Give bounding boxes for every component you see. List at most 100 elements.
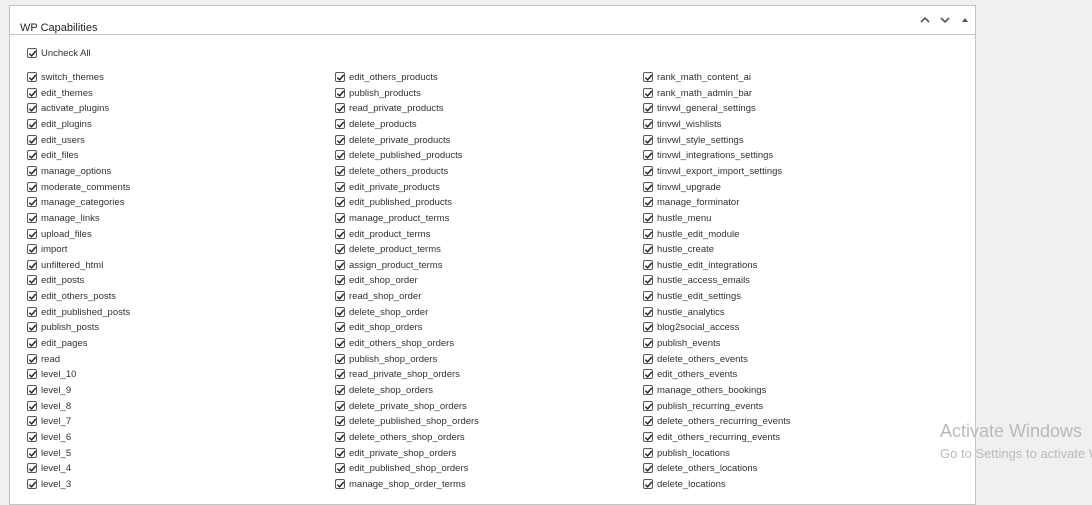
capability-checkbox-manage_others_bookings[interactable]: manage_others_bookings xyxy=(643,383,766,397)
checkbox[interactable] xyxy=(335,213,345,223)
capability-checkbox-read_shop_order[interactable]: read_shop_order xyxy=(335,289,421,303)
capability-checkbox-delete_others_recurring_events[interactable]: delete_others_recurring_events xyxy=(643,414,791,428)
capability-checkbox-manage_product_terms[interactable]: manage_product_terms xyxy=(335,211,449,225)
checkbox[interactable] xyxy=(335,103,345,113)
checkbox[interactable] xyxy=(27,72,37,82)
checkbox[interactable] xyxy=(643,338,653,348)
capability-checkbox-delete_others_locations[interactable]: delete_others_locations xyxy=(643,461,757,475)
checkbox[interactable] xyxy=(27,197,37,207)
checkbox[interactable] xyxy=(335,463,345,473)
checkbox[interactable] xyxy=(643,401,653,411)
capability-checkbox-edit_published_products[interactable]: edit_published_products xyxy=(335,195,452,209)
checkbox[interactable] xyxy=(335,354,345,364)
capability-checkbox-level_9[interactable]: level_9 xyxy=(27,383,71,397)
checkbox[interactable] xyxy=(643,135,653,145)
capability-checkbox-edit_published_shop_orders[interactable]: edit_published_shop_orders xyxy=(335,461,468,475)
checkbox[interactable] xyxy=(27,369,37,379)
checkbox[interactable] xyxy=(335,416,345,426)
checkbox[interactable] xyxy=(335,401,345,411)
capability-checkbox-edit_users[interactable]: edit_users xyxy=(27,133,85,147)
checkbox[interactable] xyxy=(335,135,345,145)
capability-checkbox-publish_products[interactable]: publish_products xyxy=(335,86,421,100)
capability-checkbox-hustle_edit_integrations[interactable]: hustle_edit_integrations xyxy=(643,258,757,272)
checkbox[interactable] xyxy=(27,135,37,145)
capability-checkbox-import[interactable]: import xyxy=(27,242,67,256)
capability-checkbox-edit_others_posts[interactable]: edit_others_posts xyxy=(27,289,116,303)
capability-checkbox-level_8[interactable]: level_8 xyxy=(27,399,71,413)
capability-checkbox-delete_others_products[interactable]: delete_others_products xyxy=(335,164,448,178)
checkbox[interactable] xyxy=(27,338,37,348)
checkbox[interactable] xyxy=(643,260,653,270)
capability-checkbox-manage_forminator[interactable]: manage_forminator xyxy=(643,195,739,209)
checkbox[interactable] xyxy=(335,448,345,458)
checkbox[interactable] xyxy=(335,260,345,270)
checkbox[interactable] xyxy=(335,322,345,332)
toggle-panel-button[interactable] xyxy=(955,6,975,34)
checkbox[interactable] xyxy=(27,416,37,426)
capability-checkbox-hustle_edit_settings[interactable]: hustle_edit_settings xyxy=(643,289,741,303)
checkbox[interactable] xyxy=(643,103,653,113)
capability-checkbox-read_private_shop_orders[interactable]: read_private_shop_orders xyxy=(335,367,460,381)
checkbox[interactable] xyxy=(643,182,653,192)
checkbox[interactable] xyxy=(27,244,37,254)
capability-checkbox-rank_math_admin_bar[interactable]: rank_math_admin_bar xyxy=(643,86,752,100)
checkbox[interactable] xyxy=(335,369,345,379)
checkbox[interactable] xyxy=(643,463,653,473)
checkbox[interactable] xyxy=(643,385,653,395)
checkbox[interactable] xyxy=(643,275,653,285)
capability-checkbox-tinvwl_style_settings[interactable]: tinvwl_style_settings xyxy=(643,133,744,147)
capability-checkbox-publish_posts[interactable]: publish_posts xyxy=(27,320,99,334)
capability-checkbox-manage_options[interactable]: manage_options xyxy=(27,164,111,178)
checkbox[interactable] xyxy=(643,244,653,254)
capability-checkbox-edit_plugins[interactable]: edit_plugins xyxy=(27,117,92,131)
checkbox[interactable] xyxy=(27,119,37,129)
checkbox[interactable] xyxy=(643,369,653,379)
checkbox[interactable] xyxy=(335,119,345,129)
capability-checkbox-delete_locations[interactable]: delete_locations xyxy=(643,477,726,491)
checkbox[interactable] xyxy=(643,479,653,489)
capability-checkbox-tinvwl_upgrade[interactable]: tinvwl_upgrade xyxy=(643,180,721,194)
capability-checkbox-edit_published_posts[interactable]: edit_published_posts xyxy=(27,305,130,319)
move-up-button[interactable] xyxy=(915,6,935,34)
checkbox[interactable] xyxy=(643,291,653,301)
capability-checkbox-hustle_access_emails[interactable]: hustle_access_emails xyxy=(643,273,750,287)
capability-checkbox-delete_published_shop_orders[interactable]: delete_published_shop_orders xyxy=(335,414,479,428)
checkbox[interactable] xyxy=(27,150,37,160)
checkbox[interactable] xyxy=(27,260,37,270)
capability-checkbox-upload_files[interactable]: upload_files xyxy=(27,227,92,241)
checkbox[interactable] xyxy=(335,229,345,239)
checkbox[interactable] xyxy=(27,385,37,395)
capability-checkbox-manage_links[interactable]: manage_links xyxy=(27,211,100,225)
capability-checkbox-switch_themes[interactable]: switch_themes xyxy=(27,70,104,84)
capability-checkbox-delete_private_products[interactable]: delete_private_products xyxy=(335,133,450,147)
capability-checkbox-level_6[interactable]: level_6 xyxy=(27,430,71,444)
capability-checkbox-edit_others_recurring_events[interactable]: edit_others_recurring_events xyxy=(643,430,780,444)
checkbox[interactable] xyxy=(335,244,345,254)
capability-checkbox-read_private_products[interactable]: read_private_products xyxy=(335,101,444,115)
checkbox[interactable] xyxy=(335,291,345,301)
capability-checkbox-edit_posts[interactable]: edit_posts xyxy=(27,273,84,287)
checkbox[interactable] xyxy=(643,307,653,317)
capability-checkbox-manage_shop_order_terms[interactable]: manage_shop_order_terms xyxy=(335,477,466,491)
capability-checkbox-delete_product_terms[interactable]: delete_product_terms xyxy=(335,242,441,256)
checkbox[interactable] xyxy=(643,213,653,223)
capability-checkbox-edit_shop_order[interactable]: edit_shop_order xyxy=(335,273,418,287)
capability-checkbox-moderate_comments[interactable]: moderate_comments xyxy=(27,180,130,194)
capability-checkbox-delete_published_products[interactable]: delete_published_products xyxy=(335,148,463,162)
capability-checkbox-read[interactable]: read xyxy=(27,352,60,366)
capability-checkbox-tinvwl_integrations_settings[interactable]: tinvwl_integrations_settings xyxy=(643,148,773,162)
checkbox[interactable] xyxy=(335,150,345,160)
checkbox[interactable] xyxy=(27,48,37,58)
capability-checkbox-publish_events[interactable]: publish_events xyxy=(643,336,720,350)
uncheck-all-checkbox[interactable]: Uncheck All xyxy=(27,46,91,60)
capability-checkbox-level_10[interactable]: level_10 xyxy=(27,367,76,381)
checkbox[interactable] xyxy=(643,119,653,129)
checkbox[interactable] xyxy=(643,354,653,364)
capability-checkbox-rank_math_content_ai[interactable]: rank_math_content_ai xyxy=(643,70,751,84)
capability-checkbox-edit_themes[interactable]: edit_themes xyxy=(27,86,93,100)
checkbox[interactable] xyxy=(643,88,653,98)
checkbox[interactable] xyxy=(335,182,345,192)
capability-checkbox-edit_pages[interactable]: edit_pages xyxy=(27,336,87,350)
capability-checkbox-hustle_edit_module[interactable]: hustle_edit_module xyxy=(643,227,739,241)
capability-checkbox-edit_files[interactable]: edit_files xyxy=(27,148,79,162)
